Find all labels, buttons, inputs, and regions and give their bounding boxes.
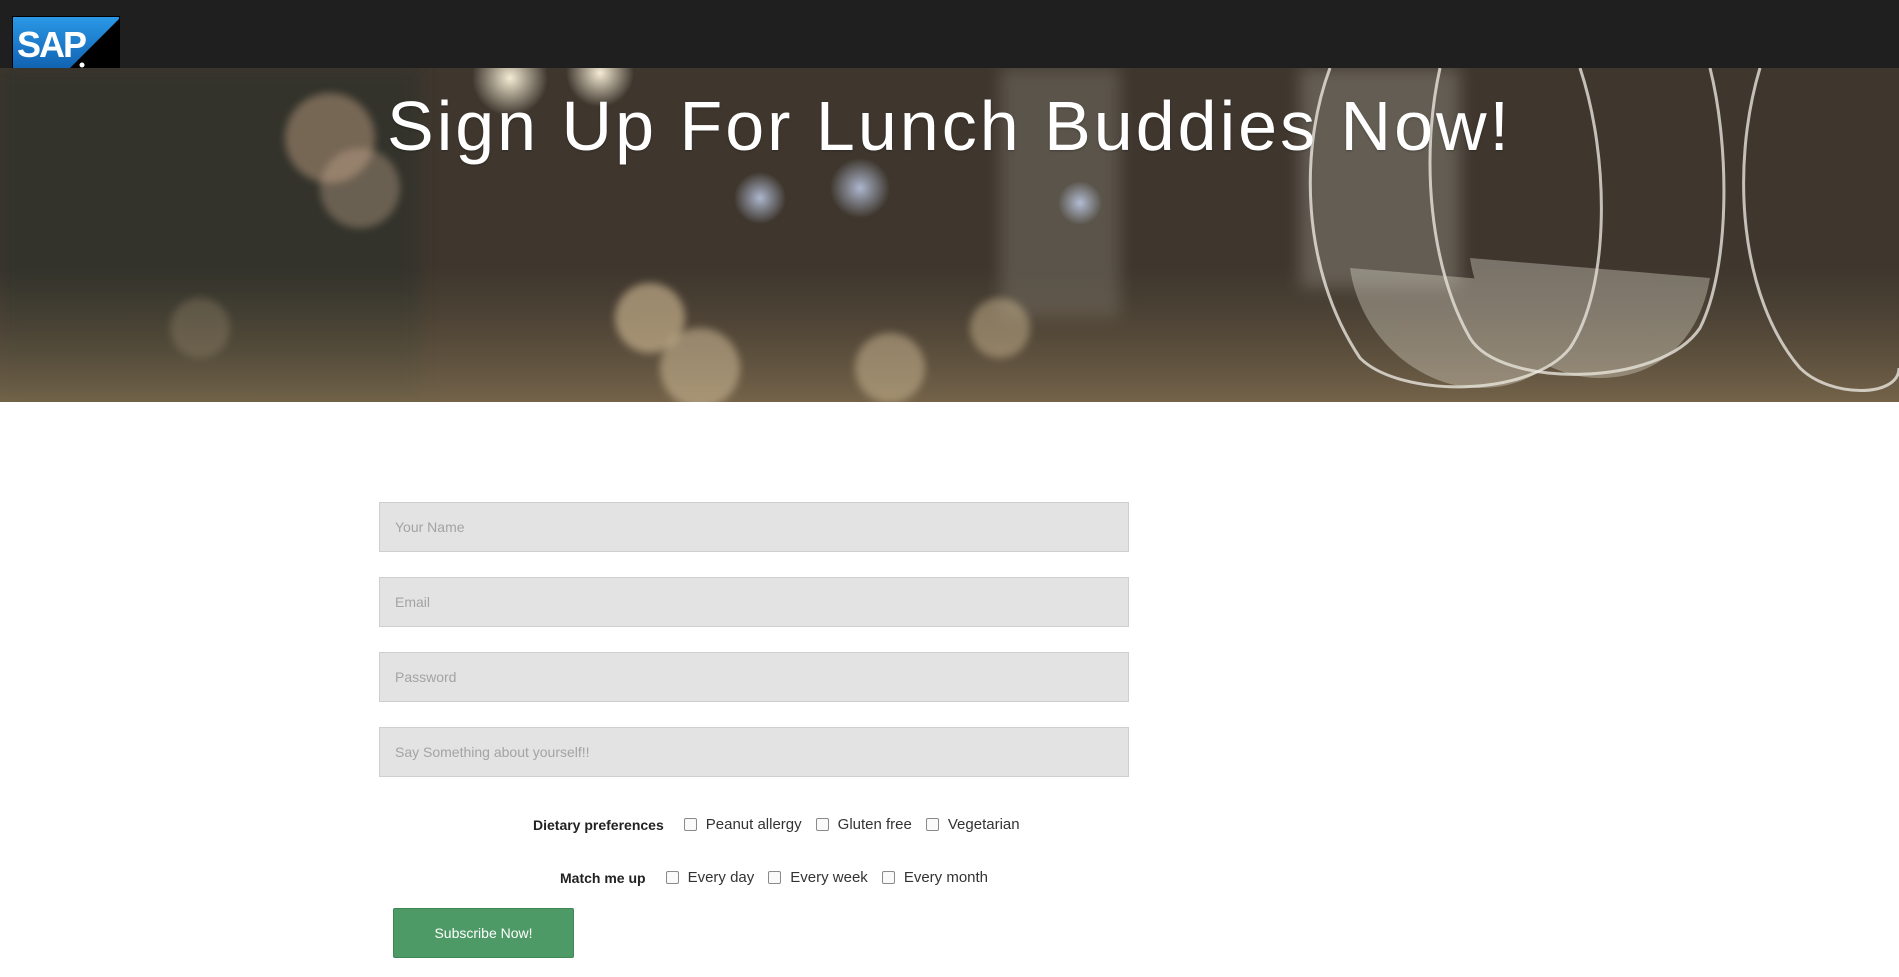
about-input[interactable] — [379, 727, 1129, 777]
every-week-option[interactable]: Every week — [768, 869, 868, 886]
gluten-free-checkbox[interactable] — [815, 818, 829, 831]
sap-logo-graphic: SAP — [13, 17, 119, 70]
every-month-label: Every month — [903, 869, 989, 886]
dietary-preferences-row: Dietary preferences Peanut allergy Glute… — [0, 816, 1899, 833]
peanut-allergy-checkbox[interactable] — [683, 818, 697, 831]
every-month-option[interactable]: Every month — [881, 869, 989, 886]
every-day-checkbox[interactable] — [665, 871, 679, 884]
vegetarian-label: Vegetarian — [947, 816, 1020, 833]
peanut-allergy-option[interactable]: Peanut allergy — [683, 816, 802, 833]
every-day-label: Every day — [687, 869, 755, 886]
page-title: Sign Up For Lunch Buddies Now! — [387, 87, 1512, 165]
vegetarian-checkbox[interactable] — [925, 818, 939, 831]
subscribe-button[interactable]: Subscribe Now! — [393, 908, 574, 958]
vegetarian-option[interactable]: Vegetarian — [925, 816, 1020, 833]
dietary-label: Dietary preferences — [533, 816, 664, 833]
every-week-checkbox[interactable] — [768, 871, 782, 884]
every-month-checkbox[interactable] — [881, 871, 895, 884]
name-input[interactable] — [379, 502, 1129, 552]
gluten-free-label: Gluten free — [837, 816, 912, 833]
svg-text:SAP: SAP — [17, 24, 86, 65]
gluten-free-option[interactable]: Gluten free — [815, 816, 912, 833]
every-day-option[interactable]: Every day — [665, 869, 755, 886]
signup-form — [379, 502, 1129, 802]
email-input[interactable] — [379, 577, 1129, 627]
peanut-allergy-label: Peanut allergy — [705, 816, 802, 833]
match-frequency-row: Match me up Every day Every week Every m… — [0, 869, 1899, 886]
sap-logo[interactable]: SAP — [12, 16, 120, 71]
match-label: Match me up — [560, 869, 646, 886]
hero-banner: Sign Up For Lunch Buddies Now! — [0, 68, 1899, 402]
every-week-label: Every week — [790, 869, 868, 886]
password-input[interactable] — [379, 652, 1129, 702]
top-bar: SAP — [0, 0, 1899, 71]
